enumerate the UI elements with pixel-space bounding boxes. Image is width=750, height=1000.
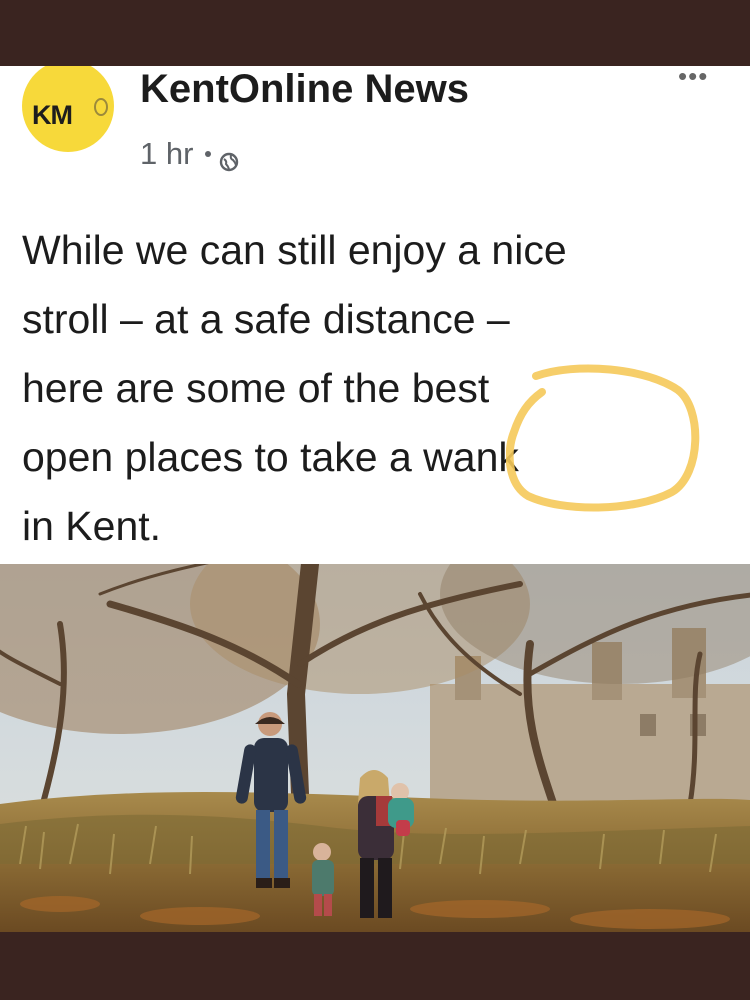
meta-separator-dot	[205, 151, 212, 157]
caption-line: open places to take a wank	[22, 434, 519, 480]
top-frame-band	[0, 0, 750, 66]
post-timestamp[interactable]: 1 hr	[140, 136, 193, 172]
post-caption: While we can still enjoy a nice stroll –…	[22, 216, 732, 561]
page-avatar[interactable]: KM	[22, 66, 114, 152]
facebook-post: KM KentOnline News 1 hr ••• While we can…	[0, 66, 750, 932]
page-name-link[interactable]: KentOnline News	[140, 66, 469, 112]
post-meta: 1 hr	[140, 136, 239, 172]
caption-line: here are some of the best	[22, 365, 490, 411]
bottom-frame-band	[0, 932, 750, 1000]
globe-icon	[219, 144, 239, 172]
post-photo[interactable]	[0, 564, 750, 932]
avatar-logo-text: KM	[32, 100, 73, 130]
caption-line: While we can still enjoy a nice	[22, 227, 567, 273]
caption-line: in Kent.	[22, 503, 162, 549]
park-family-photo	[0, 564, 750, 932]
avatar-logo-mark	[94, 98, 108, 116]
caption-line: stroll – at a safe distance –	[22, 296, 510, 342]
more-options-icon[interactable]: •••	[678, 66, 708, 89]
